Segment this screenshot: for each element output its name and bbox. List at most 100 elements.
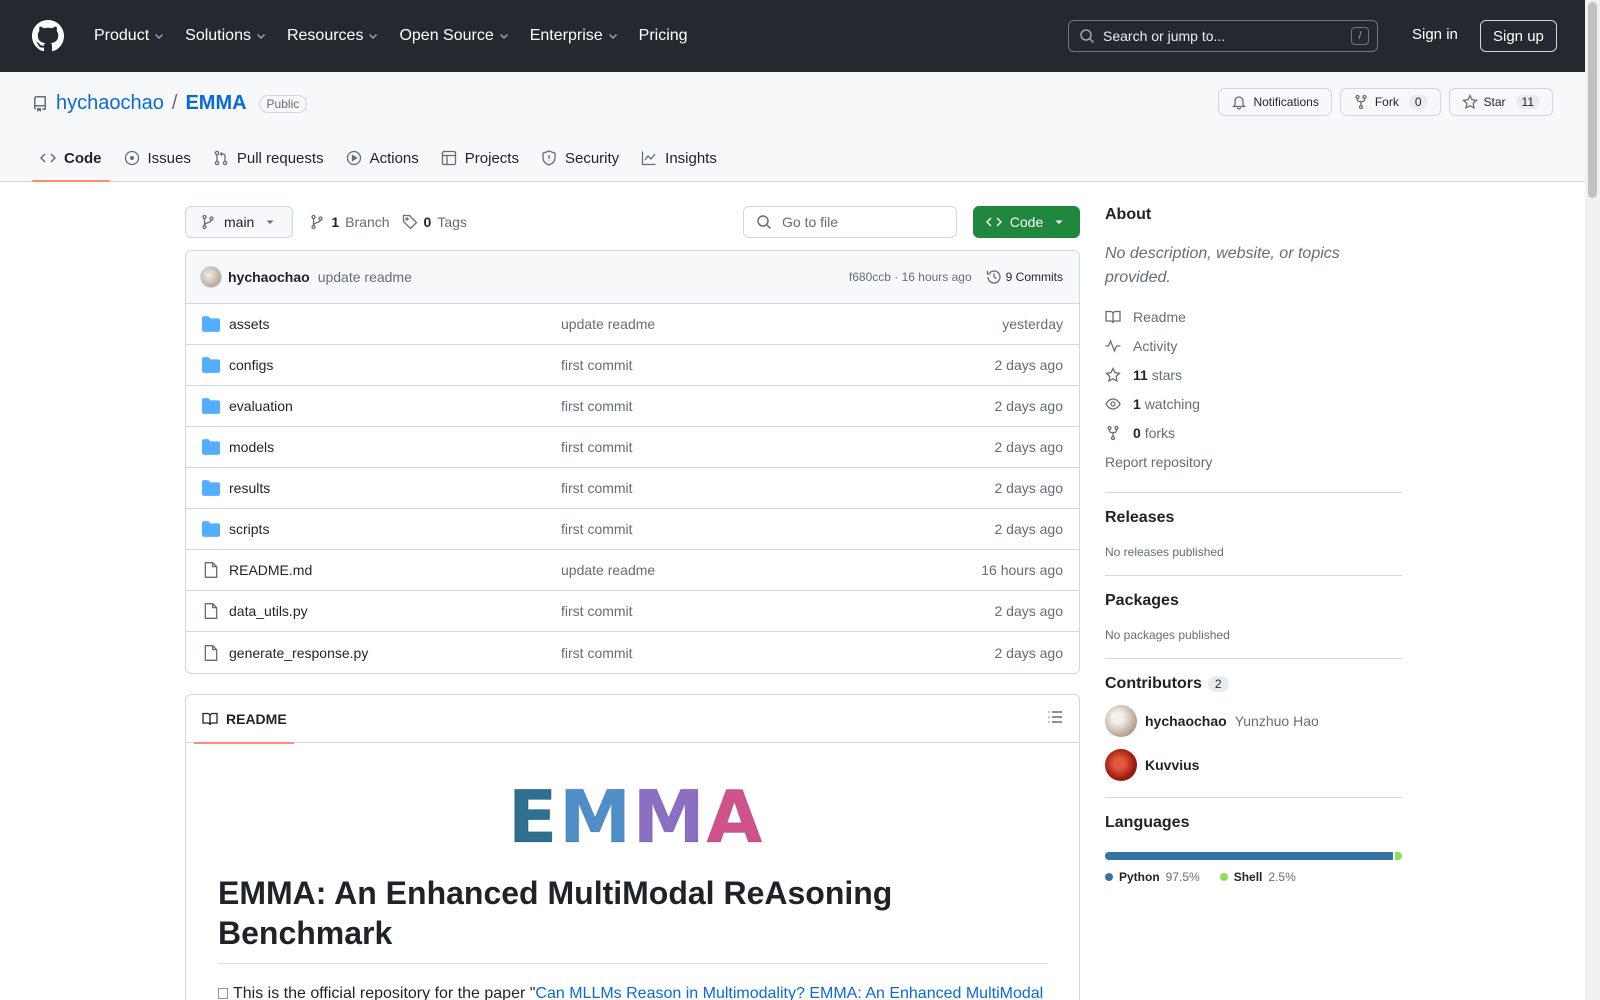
file-date: 2 days ago xyxy=(994,480,1064,496)
table-of-contents-icon[interactable] xyxy=(1047,709,1063,728)
file-commit-message[interactable]: first commit xyxy=(561,439,995,455)
watching-link[interactable]: 1 watching xyxy=(1105,389,1402,418)
commit-message-link[interactable]: update readme xyxy=(318,269,412,285)
releases-heading[interactable]: Releases xyxy=(1105,509,1402,527)
tab-insights[interactable]: Insights xyxy=(633,135,725,181)
commit-author-link[interactable]: hychaochao xyxy=(228,269,310,285)
folder-icon xyxy=(202,479,220,497)
file-date: 16 hours ago xyxy=(981,562,1063,578)
nav-pricing[interactable]: Pricing xyxy=(631,21,696,51)
tab-security[interactable]: Security xyxy=(533,135,627,181)
commit-hash-time[interactable]: f680ccb · 16 hours ago xyxy=(849,270,972,284)
file-name-link[interactable]: configs xyxy=(229,357,561,373)
tab-label: Security xyxy=(564,149,620,167)
file-date: 2 days ago xyxy=(994,644,1064,661)
paper-link[interactable]: Can MLLMs Reason in Multimodality? EMMA:… xyxy=(535,985,1043,1000)
table-row[interactable]: generate_response.py first commit 2 days a… xyxy=(186,632,1079,673)
go-to-file-placeholder: Go to file xyxy=(782,214,839,230)
file-commit-message[interactable]: first commit xyxy=(561,357,995,373)
notifications-button[interactable]: Notifications xyxy=(1218,88,1332,116)
tags-link[interactable]: 0 Tags xyxy=(402,214,467,230)
table-row[interactable]: evaluation first commit 2 days ago xyxy=(186,386,1079,427)
readme-link[interactable]: Readme xyxy=(1105,302,1402,331)
sign-up-button[interactable]: Sign up xyxy=(1480,20,1557,52)
tab-pull-requests[interactable]: Pull requests xyxy=(205,135,332,181)
code-dropdown-button[interactable]: Code xyxy=(973,206,1080,238)
notifications-label: Notifications xyxy=(1253,95,1319,109)
repo-owner-link[interactable]: hychaochao xyxy=(56,92,164,115)
nav-enterprise[interactable]: Enterprise xyxy=(522,21,627,51)
file-icon xyxy=(202,602,220,620)
activity-link[interactable]: Activity xyxy=(1105,331,1402,360)
caret-down-icon xyxy=(266,220,274,224)
branches-link[interactable]: 1 Branch xyxy=(309,214,390,230)
file-name-link[interactable]: models xyxy=(229,439,561,455)
table-row[interactable]: README.md update readme 16 hours ago xyxy=(186,550,1079,591)
file-name-link[interactable]: generate_response.py xyxy=(229,645,561,661)
table-row[interactable]: models first commit 2 days ago xyxy=(186,427,1079,468)
branch-selector[interactable]: main xyxy=(185,206,294,238)
file-commit-message[interactable]: first commit xyxy=(561,398,995,414)
file-commit-message[interactable]: first commit xyxy=(561,645,995,661)
pull-request-icon xyxy=(214,150,228,166)
folder-icon xyxy=(202,356,220,374)
language-item[interactable]: Shell 2.5% xyxy=(1219,870,1296,884)
report-repository-link[interactable]: Report repository xyxy=(1105,447,1402,476)
folder-icon xyxy=(202,397,220,415)
file-name-link[interactable]: README.md xyxy=(229,562,561,578)
table-row[interactable]: data_utils.py first commit 2 days ago xyxy=(186,591,1079,632)
contributor-item[interactable]: hychaochao Yunzhuo Hao xyxy=(1105,705,1402,737)
history-icon xyxy=(986,270,1001,284)
table-row[interactable]: results first commit 2 days ago xyxy=(186,468,1079,509)
file-commit-message[interactable]: first commit xyxy=(561,521,995,537)
nav-solutions[interactable]: Solutions xyxy=(177,21,275,51)
search-input[interactable]: Search or jump to... / xyxy=(1068,20,1378,52)
about-links: Readme Activity 11 stars 1 watching 0 fo… xyxy=(1105,302,1402,476)
fork-count: 0 xyxy=(1408,95,1428,109)
nav-product[interactable]: Product xyxy=(86,21,173,51)
file-commit-message[interactable]: first commit xyxy=(561,480,995,496)
file-commit-message[interactable]: first commit xyxy=(561,603,995,619)
tab-label: Insights xyxy=(665,149,717,167)
contributors-heading[interactable]: Contributors 2 xyxy=(1105,675,1402,693)
page-scrollbar[interactable] xyxy=(1585,0,1600,1000)
readme-tab[interactable]: README xyxy=(194,695,294,744)
avatar[interactable] xyxy=(200,266,222,288)
fork-button[interactable]: Fork 0 xyxy=(1339,88,1441,116)
nav-resources[interactable]: Resources xyxy=(279,21,387,51)
file-commit-message[interactable]: update readme xyxy=(561,316,1002,332)
tab-actions[interactable]: Actions xyxy=(338,135,427,181)
tab-issues[interactable]: Issues xyxy=(116,135,199,181)
caret-down-icon xyxy=(1055,220,1063,224)
repo-name-link[interactable]: EMMA xyxy=(185,92,246,115)
code-button-label: Code xyxy=(1009,214,1044,230)
scrollbar-thumb[interactable] xyxy=(1588,2,1597,198)
file-name-link[interactable]: assets xyxy=(229,316,561,332)
language-item[interactable]: Python 97.5% xyxy=(1105,870,1200,884)
commits-history-link[interactable]: 9 Commits xyxy=(986,269,1063,285)
table-row[interactable]: assets update readme yesterday xyxy=(186,304,1079,345)
file-commit-message[interactable]: update readme xyxy=(561,562,981,578)
forks-link[interactable]: 0 forks xyxy=(1105,418,1402,447)
emma-logo: EMMA xyxy=(507,775,765,860)
file-name-link[interactable]: scripts xyxy=(229,521,561,537)
stars-label: stars xyxy=(1151,366,1183,383)
tab-projects[interactable]: Projects xyxy=(433,135,527,181)
file-name-link[interactable]: data_utils.py xyxy=(229,603,561,619)
table-row[interactable]: scripts first commit 2 days ago xyxy=(186,509,1079,550)
divider xyxy=(1105,797,1402,798)
star-label: Star xyxy=(1483,95,1506,109)
sign-in-link[interactable]: Sign in xyxy=(1412,26,1458,43)
tab-code[interactable]: Code xyxy=(32,135,110,182)
packages-heading[interactable]: Packages xyxy=(1105,592,1402,610)
stars-link[interactable]: 11 stars xyxy=(1105,360,1402,389)
contributor-item[interactable]: Kuvvius xyxy=(1105,749,1402,781)
file-name-link[interactable]: results xyxy=(229,480,561,496)
go-to-file-input[interactable]: Go to file xyxy=(743,206,957,238)
star-button[interactable]: Star 11 xyxy=(1448,88,1553,116)
github-logo-icon[interactable] xyxy=(32,20,64,52)
languages-heading: Languages xyxy=(1105,814,1190,831)
table-row[interactable]: configs first commit 2 days ago xyxy=(186,345,1079,386)
file-name-link[interactable]: evaluation xyxy=(229,398,561,414)
nav-open-source[interactable]: Open Source xyxy=(391,21,517,51)
